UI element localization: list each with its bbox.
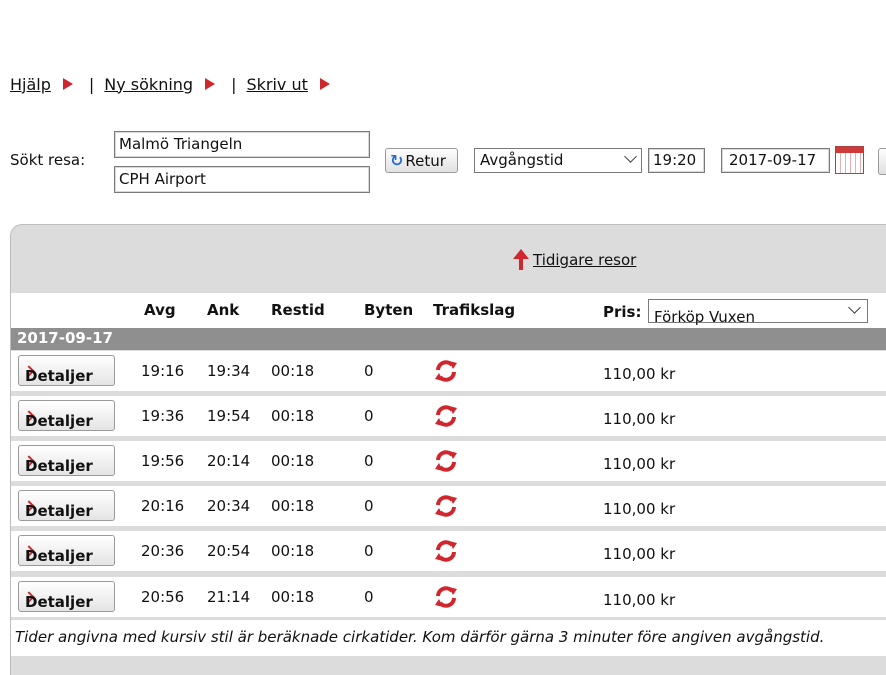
arr-time: 20:34 — [207, 497, 251, 515]
arrow-right-icon — [319, 78, 330, 90]
separator: | — [88, 74, 95, 94]
arr-time: 21:14 — [207, 588, 251, 606]
arr-time: 19:54 — [207, 407, 251, 425]
duration: 00:18 — [271, 497, 315, 515]
arr-time: 19:34 — [207, 362, 251, 380]
earlier-trips-link[interactable]: Tidigare resor — [533, 251, 636, 269]
table-row: Detaljer 19:56 20:14 00:18 0 110,00 kr — [11, 441, 886, 481]
table-row: Detaljer 19:16 19:34 00:18 0 110,00 kr — [11, 351, 886, 391]
price: 110,00 kr — [603, 500, 676, 518]
details-button[interactable]: Detaljer — [18, 490, 115, 521]
duration: 00:18 — [271, 588, 315, 606]
separator: | — [231, 74, 237, 94]
changes: 0 — [364, 407, 374, 425]
time-mode-value: Avgångstid — [480, 151, 564, 169]
col-dep: Avg — [144, 301, 176, 319]
price: 110,00 kr — [603, 591, 676, 609]
changes: 0 — [364, 452, 374, 470]
changes: 0 — [364, 588, 374, 606]
footer-note: Tider angivna med kursiv stil är beräkna… — [11, 620, 886, 656]
details-label: Detaljer — [25, 457, 93, 475]
price: 110,00 kr — [603, 545, 676, 563]
duration: 00:18 — [271, 407, 315, 425]
details-label: Detaljer — [25, 547, 93, 565]
dep-time: 20:36 — [141, 542, 185, 560]
col-mode: Trafikslag — [433, 301, 516, 319]
arrow-right-icon — [62, 78, 73, 90]
train-icon — [435, 495, 457, 517]
col-duration: Restid — [271, 301, 325, 319]
details-label: Detaljer — [25, 367, 93, 385]
price-type-select[interactable]: Förköp Vuxen — [648, 299, 868, 326]
chevron-down-icon — [848, 301, 861, 314]
time-mode-select[interactable]: Avgångstid — [474, 148, 642, 173]
train-icon — [435, 405, 457, 427]
earlier-trips[interactable]: Tidigare resor — [513, 249, 636, 271]
col-price: Pris: — [603, 303, 642, 321]
col-arr: Ank — [207, 301, 240, 319]
arrow-right-icon — [205, 78, 216, 90]
price: 110,00 kr — [603, 455, 676, 473]
arr-time: 20:14 — [207, 452, 251, 470]
arr-time: 20:54 — [207, 542, 251, 560]
new-search-link[interactable]: Ny sökning — [104, 75, 193, 94]
details-label: Detaljer — [25, 593, 93, 611]
dep-time: 20:56 — [141, 588, 185, 606]
changes: 0 — [364, 497, 374, 515]
dep-time: 19:56 — [141, 452, 185, 470]
details-button[interactable]: Detaljer — [18, 535, 115, 566]
duration: 00:18 — [271, 362, 315, 380]
return-button[interactable]: ↻ Retur — [385, 148, 458, 173]
duration: 00:18 — [271, 542, 315, 560]
table-row: Detaljer 20:16 20:34 00:18 0 110,00 kr — [11, 486, 886, 526]
details-label: Detaljer — [25, 412, 93, 430]
train-icon — [435, 360, 457, 382]
dep-time: 19:36 — [141, 407, 185, 425]
search-button[interactable] — [878, 148, 886, 175]
results-panel: Tidigare resor Avg Ank Restid Byten Traf… — [10, 224, 886, 675]
changes: 0 — [364, 362, 374, 380]
table-header: Avg Ank Restid Byten Trafikslag Pris: Fö… — [11, 293, 886, 328]
date-field[interactable]: 2017-09-17 — [721, 148, 830, 173]
changes: 0 — [364, 542, 374, 560]
table-row: Detaljer 19:36 19:54 00:18 0 110,00 kr — [11, 396, 886, 436]
date-header: 2017-09-17 — [11, 328, 886, 350]
return-label: Retur — [405, 151, 446, 170]
to-field[interactable]: CPH Airport — [114, 166, 370, 193]
train-icon — [435, 586, 457, 608]
time-field[interactable]: 19:20 — [648, 148, 705, 173]
arrow-up-icon — [513, 249, 529, 271]
price: 110,00 kr — [603, 365, 676, 383]
details-label: Detaljer — [25, 502, 93, 520]
details-button[interactable]: Detaljer — [18, 355, 115, 386]
col-changes: Byten — [364, 301, 414, 319]
calendar-icon[interactable] — [835, 146, 864, 174]
details-button[interactable]: Detaljer — [18, 445, 115, 476]
price-type-value: Förköp Vuxen — [654, 308, 755, 326]
top-links: Hjälp | Ny sökning | Skriv ut — [10, 72, 330, 96]
duration: 00:18 — [271, 452, 315, 470]
dep-time: 19:16 — [141, 362, 185, 380]
train-icon — [435, 540, 457, 562]
chevron-down-icon — [624, 150, 637, 163]
price: 110,00 kr — [603, 410, 676, 428]
print-link[interactable]: Skriv ut — [246, 75, 307, 94]
dep-time: 20:16 — [141, 497, 185, 515]
table-row: Detaljer 20:36 20:54 00:18 0 110,00 kr — [11, 531, 886, 571]
train-icon — [435, 450, 457, 472]
return-arrow-icon: ↻ — [390, 151, 404, 170]
from-field[interactable]: Malmö Triangeln — [114, 131, 370, 158]
help-link[interactable]: Hjälp — [10, 75, 51, 94]
search-label: Sökt resa: — [10, 151, 86, 169]
details-button[interactable]: Detaljer — [18, 400, 115, 431]
details-button[interactable]: Detaljer — [18, 581, 115, 612]
table-row: Detaljer 20:56 21:14 00:18 0 110,00 kr — [11, 577, 886, 617]
